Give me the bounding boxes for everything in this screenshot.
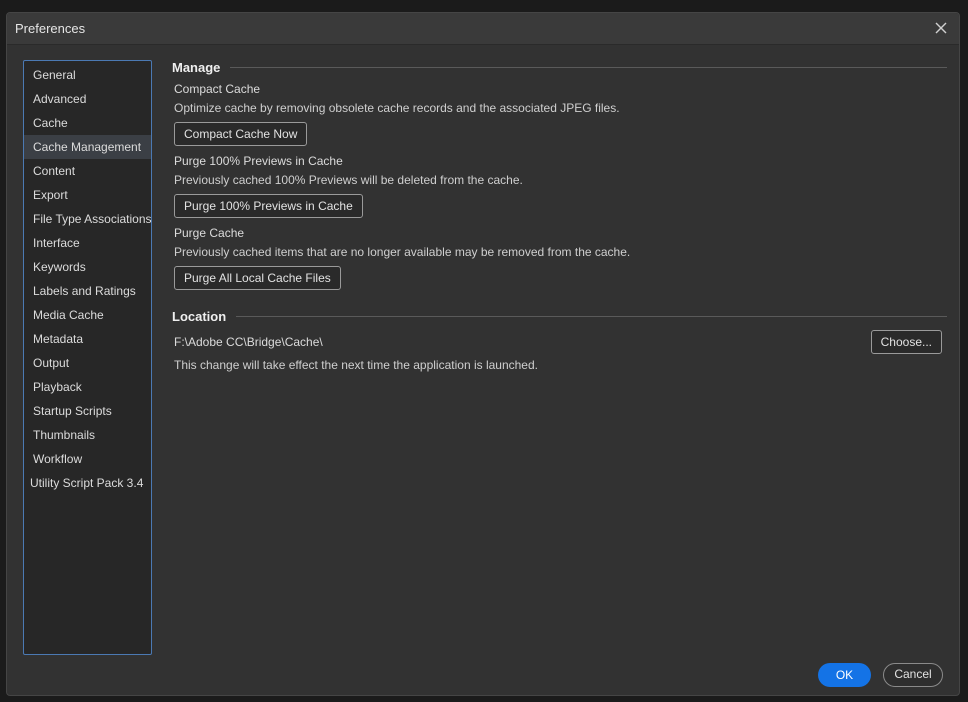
sidebar-item-metadata[interactable]: Metadata: [24, 327, 151, 351]
sidebar-item-file-type-associations[interactable]: File Type Associations: [24, 207, 152, 231]
preferences-dialog: Preferences General Advanced Cache Cache…: [6, 12, 960, 696]
sidebar-item-general[interactable]: General: [24, 63, 151, 87]
purge-cache-title: Purge Cache: [174, 226, 245, 240]
sidebar-item-interface[interactable]: Interface: [24, 231, 151, 255]
sidebar-item-export[interactable]: Export: [24, 183, 151, 207]
purge-cache-block: Purge Cache Previously cached items that…: [174, 226, 947, 290]
sidebar-item-content[interactable]: Content: [24, 159, 151, 183]
title-bar: Preferences: [7, 13, 959, 45]
preferences-sidebar: General Advanced Cache Cache Management …: [23, 60, 152, 655]
location-row: F:\Adobe CC\Bridge\Cache\ Choose...: [172, 330, 947, 356]
sidebar-item-keywords[interactable]: Keywords: [24, 255, 151, 279]
purge-previews-block: Purge 100% Previews in Cache Previously …: [174, 154, 947, 218]
sidebar-item-advanced[interactable]: Advanced: [24, 87, 151, 111]
compact-cache-title: Compact Cache: [174, 82, 261, 96]
close-icon[interactable]: [931, 18, 951, 38]
sidebar-item-media-cache[interactable]: Media Cache: [24, 303, 151, 327]
sidebar-item-cache-management[interactable]: Cache Management: [24, 135, 151, 159]
manage-section-header: Manage: [172, 57, 947, 77]
sidebar-item-thumbnails[interactable]: Thumbnails: [24, 423, 151, 447]
cancel-button[interactable]: Cancel: [883, 663, 943, 687]
sidebar-item-utility-script-pack[interactable]: Utility Script Pack 3.4: [24, 471, 151, 495]
purge-previews-description: Previously cached 100% Previews will be …: [174, 173, 523, 187]
location-change-note: This change will take effect the next ti…: [174, 358, 538, 372]
sidebar-item-labels-and-ratings[interactable]: Labels and Ratings: [24, 279, 151, 303]
location-section-header: Location: [172, 306, 947, 326]
cache-location-path: F:\Adobe CC\Bridge\Cache\: [174, 335, 323, 349]
purge-previews-title: Purge 100% Previews in Cache: [174, 154, 343, 168]
purge-all-local-cache-button[interactable]: Purge All Local Cache Files: [174, 266, 341, 290]
section-divider: [236, 315, 947, 317]
cache-management-panel: Manage Compact Cache Optimize cache by r…: [172, 57, 947, 372]
purge-previews-button[interactable]: Purge 100% Previews in Cache: [174, 194, 363, 218]
sidebar-item-output[interactable]: Output: [24, 351, 151, 375]
dialog-title: Preferences: [15, 21, 86, 36]
choose-location-button[interactable]: Choose...: [870, 330, 942, 354]
ok-button[interactable]: OK: [818, 663, 871, 687]
sidebar-item-playback[interactable]: Playback: [24, 375, 151, 399]
sidebar-list: General Advanced Cache Cache Management …: [24, 61, 152, 495]
sidebar-item-workflow[interactable]: Workflow: [24, 447, 151, 471]
compact-cache-now-button[interactable]: Compact Cache Now: [174, 122, 308, 146]
location-section-title: Location: [172, 308, 227, 324]
compact-cache-block: Compact Cache Optimize cache by removing…: [174, 82, 947, 146]
section-divider: [230, 66, 947, 68]
manage-section-title: Manage: [172, 59, 221, 75]
purge-cache-description: Previously cached items that are no long…: [174, 245, 631, 259]
sidebar-item-startup-scripts[interactable]: Startup Scripts: [24, 399, 151, 423]
compact-cache-description: Optimize cache by removing obsolete cach…: [174, 101, 620, 115]
sidebar-item-cache[interactable]: Cache: [24, 111, 151, 135]
